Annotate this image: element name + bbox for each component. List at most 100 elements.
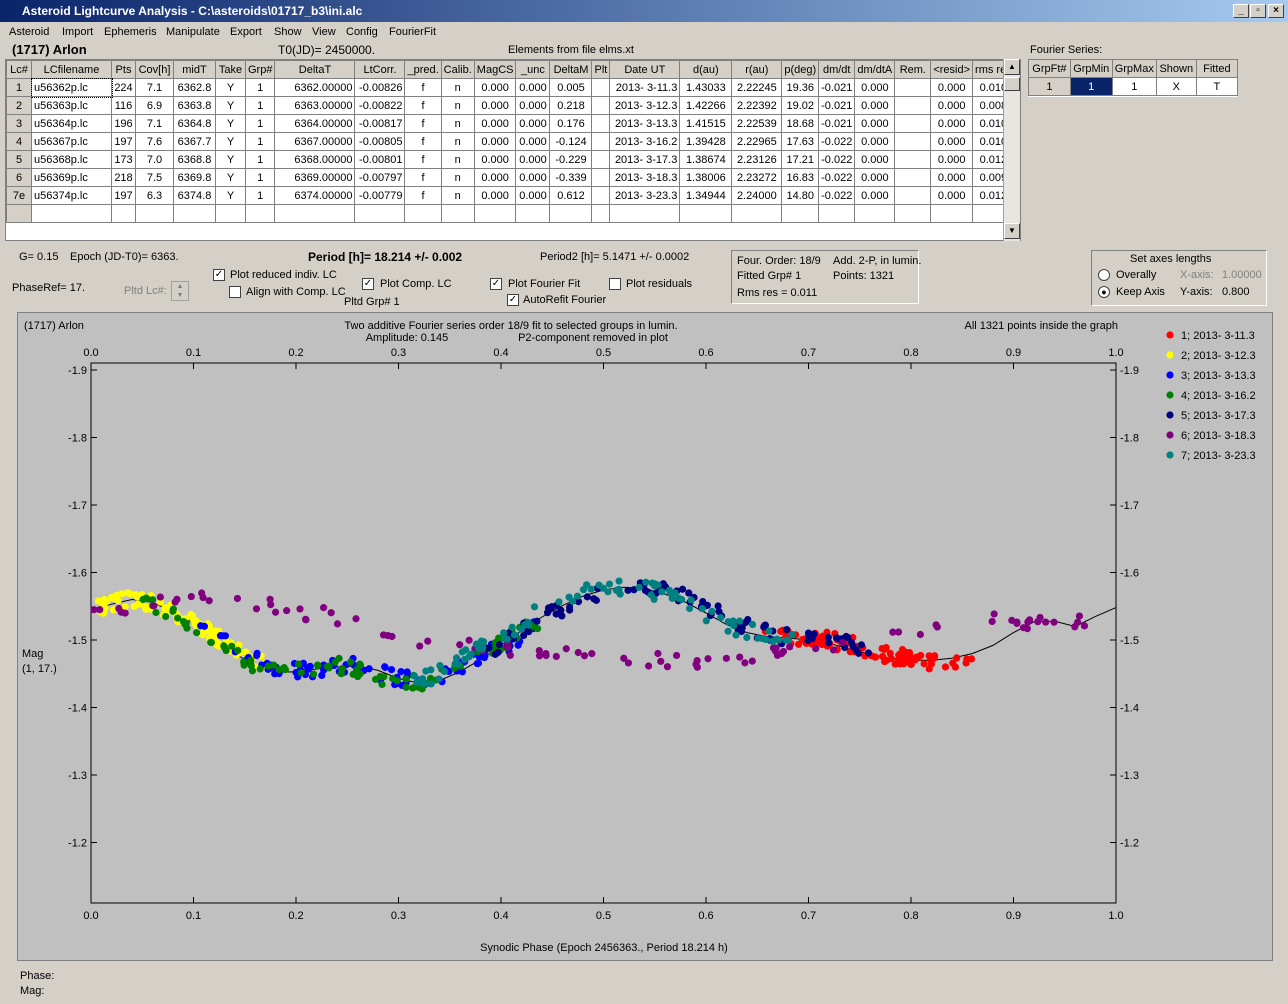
table-cell[interactable]: f	[404, 168, 442, 187]
table-cell[interactable]: 1.38006	[679, 168, 733, 187]
table-cell[interactable]: Y	[215, 186, 246, 205]
table-cell[interactable]: 2013- 3-23.3	[609, 186, 681, 205]
table-cell[interactable]: 0.000	[473, 168, 517, 187]
table-cell[interactable]: u56367p.lc	[31, 132, 112, 151]
plot-reduced-checkbox[interactable]: ✓	[213, 269, 225, 281]
fourier-cell[interactable]: T	[1195, 77, 1239, 96]
table-cell[interactable]: 6363.8	[173, 96, 216, 115]
table-cell[interactable]	[473, 204, 517, 223]
table-cell[interactable]	[591, 96, 611, 115]
table-cell[interactable]: 2.23126	[731, 150, 783, 169]
table-cell[interactable]: 7.5	[135, 168, 174, 187]
y-axis-value[interactable]: 0.800	[1222, 286, 1250, 298]
table-cell[interactable]: 6367.7	[173, 132, 216, 151]
table-cell[interactable]: 0.000	[930, 168, 974, 187]
table-cell[interactable]: -0.00801	[354, 150, 406, 169]
table-cell[interactable]: n	[440, 78, 475, 97]
scroll-thumb[interactable]	[1004, 77, 1020, 91]
table-cell[interactable]: 0.000	[473, 150, 517, 169]
menu-show[interactable]: Show	[274, 26, 302, 38]
table-cell[interactable]: 1	[244, 186, 276, 205]
table-cell[interactable]: 6.9	[135, 96, 174, 115]
table-row[interactable]: 6 u56369p.lc 218 7.5 6369.8 Y 1 6369.00000 -0.00…	[6, 168, 1015, 187]
table-cell[interactable]: 0.000	[473, 114, 517, 133]
table-cell[interactable]: -0.00779	[354, 186, 406, 205]
plot-residuals-checkbox[interactable]	[609, 278, 621, 290]
row-header[interactable]: 2	[6, 96, 32, 115]
table-row[interactable]: 7e u56374p.lc 197 6.3 6374.8 Y 1 6374.00000 -0.0…	[6, 186, 1015, 205]
table-cell[interactable]: -0.021	[818, 96, 856, 115]
table-cell[interactable]	[549, 204, 593, 223]
table-row[interactable]: 4 u56367p.lc 197 7.6 6367.7 Y 1 6367.00000 -0.00…	[6, 132, 1015, 151]
table-cell[interactable]: 0.000	[473, 96, 517, 115]
table-cell[interactable]	[894, 132, 932, 151]
table-cell[interactable]	[894, 78, 932, 97]
table-cell[interactable]: -0.339	[549, 168, 593, 187]
table-cell[interactable]: 6374.00000	[274, 186, 356, 205]
table-cell[interactable]	[31, 204, 112, 223]
table-cell[interactable]: 1	[244, 150, 276, 169]
table-cell[interactable]	[244, 204, 276, 223]
table-cell[interactable]: f	[404, 114, 442, 133]
table-cell[interactable]: 224	[111, 78, 136, 97]
x-axis-value[interactable]: 1.00000	[1222, 269, 1262, 281]
fourier-cell-selected[interactable]: 1	[1069, 77, 1113, 96]
table-cell[interactable]: 1	[244, 96, 276, 115]
table-cell[interactable]: 7.1	[135, 78, 174, 97]
table-cell[interactable]: 2.22965	[731, 132, 783, 151]
lightcurve-plot[interactable]: 0.0 0.0 0.1 0.1 0.2 0.2 0.3 0.3 0.4 0.4 0.5 0.5 0.6 0…	[18, 313, 1272, 960]
col-header[interactable]: GrpFt#	[1028, 59, 1071, 78]
col-header[interactable]: Calib.	[440, 60, 475, 79]
col-header[interactable]: <resid>	[930, 60, 974, 79]
col-header[interactable]: Plt	[591, 60, 611, 79]
col-header[interactable]: Grp#	[244, 60, 276, 79]
menu-manipulate[interactable]: Manipulate	[166, 26, 220, 38]
table-cell[interactable]: 14.80	[781, 186, 820, 205]
table-cell[interactable]: 0.000	[854, 96, 896, 115]
menu-export[interactable]: Export	[230, 26, 262, 38]
table-cell[interactable]	[354, 204, 406, 223]
table-cell[interactable]: 0.000	[854, 150, 896, 169]
menu-config[interactable]: Config	[346, 26, 378, 38]
table-cell[interactable]: f	[404, 132, 442, 151]
menu-view[interactable]: View	[312, 26, 336, 38]
table-cell[interactable]: 2013- 3-11.3	[609, 78, 681, 97]
table-cell[interactable]: 7.0	[135, 150, 174, 169]
table-cell[interactable]: u56374p.lc	[31, 186, 112, 205]
table-cell[interactable]: 0.000	[930, 150, 974, 169]
table-cell[interactable]: -0.00826	[354, 78, 406, 97]
table-cell[interactable]: f	[404, 186, 442, 205]
table-cell[interactable]: 0.000	[473, 132, 517, 151]
table-cell[interactable]: n	[440, 132, 475, 151]
table-cell[interactable]: 1.42266	[679, 96, 733, 115]
table-cell[interactable]: 6374.8	[173, 186, 216, 205]
table-cell[interactable]: 2013- 3-17.3	[609, 150, 681, 169]
table-cell[interactable]	[215, 204, 246, 223]
table-cell[interactable]: 1.41515	[679, 114, 733, 133]
table-cell[interactable]: 7.1	[135, 114, 174, 133]
maximize-button[interactable]: ▫	[1250, 4, 1266, 18]
table-cell[interactable]: -0.022	[818, 150, 856, 169]
table-cell[interactable]	[591, 150, 611, 169]
table-cell[interactable]: 0.000	[515, 78, 551, 97]
table-cell[interactable]: -0.00797	[354, 168, 406, 187]
col-header[interactable]: _pred.	[404, 60, 442, 79]
col-header[interactable]: Cov[h]	[135, 60, 174, 79]
col-header[interactable]: _unc	[515, 60, 551, 79]
table-cell[interactable]: f	[404, 96, 442, 115]
table-cell[interactable]: 6364.00000	[274, 114, 356, 133]
col-header[interactable]: DeltaM	[549, 60, 593, 79]
table-cell[interactable]: 6.3	[135, 186, 174, 205]
table-cell[interactable]	[111, 204, 136, 223]
row-header[interactable]: 6	[6, 168, 32, 187]
col-header[interactable]: midT	[173, 60, 216, 79]
table-cell[interactable]: 17.21	[781, 150, 820, 169]
table-cell[interactable]: 19.02	[781, 96, 820, 115]
col-header[interactable]: LCfilename	[31, 60, 112, 79]
col-header[interactable]: Rem.	[894, 60, 932, 79]
table-cell[interactable]: 6362.8	[173, 78, 216, 97]
scroll-down-icon[interactable]: ▼	[1004, 223, 1020, 239]
table-cell[interactable]	[515, 204, 551, 223]
table-cell[interactable]: 0.000	[515, 186, 551, 205]
table-cell[interactable]: 0.000	[930, 132, 974, 151]
